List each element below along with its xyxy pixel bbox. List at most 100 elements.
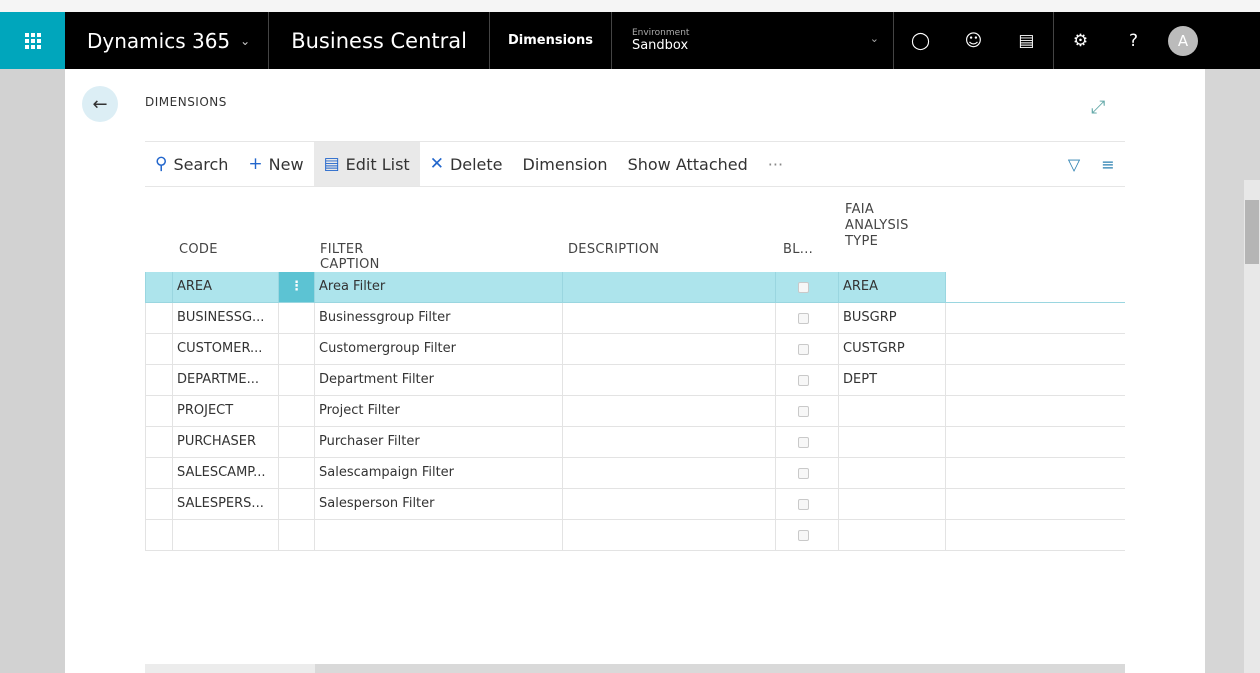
horizontal-scrollbar[interactable] <box>145 664 1125 673</box>
more-options-button[interactable]: ··· <box>758 142 793 186</box>
row-actions-menu[interactable] <box>278 303 314 333</box>
table-row[interactable]: DEPARTME... Department Filter DEPT <box>145 365 1125 396</box>
cell-filter-caption[interactable]: Businessgroup Filter <box>314 303 562 333</box>
cell-code[interactable]: DEPARTME... <box>172 365 278 395</box>
table-row[interactable]: PROJECT Project Filter <box>145 396 1125 427</box>
row-actions-menu[interactable] <box>278 427 314 457</box>
cell-filter-caption[interactable]: Project Filter <box>314 396 562 426</box>
row-selector[interactable] <box>145 489 172 519</box>
search-button[interactable]: ⚲ Search <box>145 142 238 186</box>
product-switcher[interactable]: Dynamics 365 ⌄ <box>65 12 270 69</box>
chat-icon[interactable]: ▤ <box>1000 12 1053 69</box>
cell-faia[interactable] <box>838 520 945 550</box>
table-row[interactable]: CUSTOMER... Customergroup Filter CUSTGRP <box>145 334 1125 365</box>
cell-faia[interactable]: CUSTGRP <box>838 334 945 364</box>
cell-description[interactable] <box>562 365 775 395</box>
cell-code[interactable] <box>172 520 278 550</box>
table-row[interactable]: AREA ⋮ Area Filter AREA <box>145 272 1125 303</box>
row-selector[interactable] <box>145 427 172 457</box>
cell-filter-caption[interactable]: Customergroup Filter <box>314 334 562 364</box>
cell-code[interactable]: PURCHASER <box>172 427 278 457</box>
row-selector[interactable] <box>145 365 172 395</box>
cell-code[interactable]: SALESCAMP... <box>172 458 278 488</box>
column-header-blocked[interactable]: BL... <box>783 242 813 257</box>
column-header-filter-caption[interactable]: FILTER CAPTION <box>320 242 380 272</box>
cell-faia[interactable]: AREA <box>838 272 945 302</box>
cell-description[interactable] <box>562 334 775 364</box>
cell-filter-caption[interactable]: Salesperson Filter <box>314 489 562 519</box>
cell-description[interactable] <box>562 489 775 519</box>
lightbulb-icon[interactable]: ◯ <box>894 12 947 69</box>
row-actions-menu[interactable] <box>278 458 314 488</box>
help-icon[interactable]: ? <box>1107 12 1160 69</box>
cell-code[interactable]: SALESPERS... <box>172 489 278 519</box>
cell-faia[interactable]: DEPT <box>838 365 945 395</box>
row-selector[interactable] <box>145 520 172 550</box>
table-row[interactable]: SALESPERS... Salesperson Filter <box>145 489 1125 520</box>
app-name[interactable]: Business Central <box>269 12 490 69</box>
row-actions-menu[interactable] <box>278 334 314 364</box>
cell-code[interactable]: BUSINESSG... <box>172 303 278 333</box>
cell-description[interactable] <box>562 303 775 333</box>
row-actions-menu[interactable] <box>278 489 314 519</box>
filter-icon[interactable]: ▽ <box>1057 155 1091 174</box>
cell-filter-caption[interactable]: Purchaser Filter <box>314 427 562 457</box>
cell-code[interactable]: PROJECT <box>172 396 278 426</box>
table-row[interactable] <box>145 520 1125 551</box>
table-row[interactable]: BUSINESSG... Businessgroup Filter BUSGRP <box>145 303 1125 334</box>
blocked-checkbox[interactable] <box>798 406 809 417</box>
blocked-checkbox[interactable] <box>798 313 809 324</box>
vertical-scrollbar-thumb[interactable] <box>1245 200 1259 264</box>
cell-filter-caption[interactable]: Salescampaign Filter <box>314 458 562 488</box>
cell-filter-caption[interactable]: Area Filter <box>314 272 562 302</box>
cell-description[interactable] <box>562 458 775 488</box>
gear-icon[interactable]: ⚙ <box>1054 12 1107 69</box>
expand-icon[interactable]: ⤢ <box>1091 97 1105 118</box>
row-actions-menu[interactable]: ⋮ <box>278 272 314 302</box>
table-row[interactable]: SALESCAMP... Salescampaign Filter <box>145 458 1125 489</box>
blocked-checkbox[interactable] <box>798 344 809 355</box>
column-header-faia-analysis-type[interactable]: FAIA ANALYSIS TYPE <box>845 202 909 250</box>
column-header-description[interactable]: DESCRIPTION <box>568 242 659 257</box>
cell-faia[interactable] <box>838 489 945 519</box>
cell-filter-caption[interactable] <box>314 520 562 550</box>
avatar[interactable]: A <box>1167 25 1198 56</box>
show-attached-menu[interactable]: Show Attached <box>618 142 758 186</box>
vertical-scrollbar[interactable] <box>1244 180 1260 673</box>
cell-code[interactable]: AREA <box>172 272 278 302</box>
cell-filter-caption[interactable]: Department Filter <box>314 365 562 395</box>
row-actions-menu[interactable] <box>278 365 314 395</box>
list-view-icon[interactable]: ≡ <box>1091 155 1125 174</box>
blocked-checkbox[interactable] <box>798 437 809 448</box>
new-button[interactable]: + New <box>238 142 313 186</box>
cell-faia[interactable] <box>838 458 945 488</box>
dimension-menu[interactable]: Dimension <box>513 142 618 186</box>
blocked-checkbox[interactable] <box>798 468 809 479</box>
cell-description[interactable] <box>562 520 775 550</box>
blocked-checkbox[interactable] <box>798 530 809 541</box>
app-launcher-button[interactable] <box>0 12 65 69</box>
row-selector[interactable] <box>145 396 172 426</box>
smiley-feedback-icon[interactable]: ☺ <box>947 12 1000 69</box>
cell-faia[interactable] <box>838 396 945 426</box>
cell-description[interactable] <box>562 396 775 426</box>
environment-switcher[interactable]: Environment Sandbox ⌄ <box>612 12 894 69</box>
horizontal-scrollbar-thumb[interactable] <box>145 664 315 673</box>
table-row[interactable]: PURCHASER Purchaser Filter <box>145 427 1125 458</box>
row-actions-menu[interactable] <box>278 520 314 550</box>
blocked-checkbox[interactable] <box>798 282 809 293</box>
cell-description[interactable] <box>562 427 775 457</box>
column-header-code[interactable]: CODE <box>179 242 218 257</box>
row-selector[interactable] <box>145 458 172 488</box>
row-selector[interactable] <box>145 334 172 364</box>
edit-list-button[interactable]: ▤ Edit List <box>313 142 420 186</box>
cell-code[interactable]: CUSTOMER... <box>172 334 278 364</box>
delete-button[interactable]: ✕ Delete <box>420 142 513 186</box>
cell-faia[interactable] <box>838 427 945 457</box>
row-actions-menu[interactable] <box>278 396 314 426</box>
row-selector[interactable] <box>145 272 172 302</box>
back-button[interactable]: ← <box>82 86 118 122</box>
cell-description[interactable] <box>562 272 775 302</box>
row-selector[interactable] <box>145 303 172 333</box>
cell-faia[interactable]: BUSGRP <box>838 303 945 333</box>
